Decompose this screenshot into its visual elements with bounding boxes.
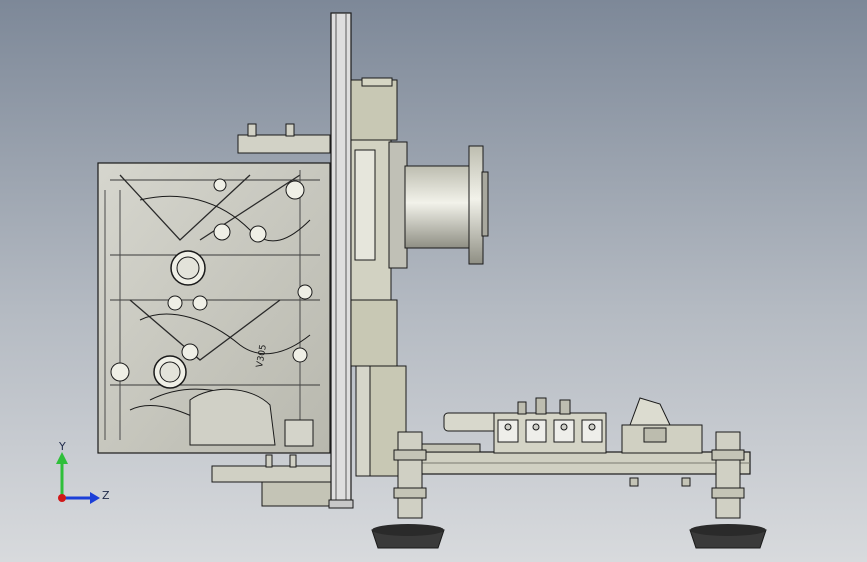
coordinate-triad: Y Z xyxy=(40,440,120,510)
z-axis-label: Z xyxy=(102,489,110,502)
vertical-column[interactable] xyxy=(328,12,354,509)
mount-carriage[interactable] xyxy=(350,77,407,477)
x-axis-dot xyxy=(58,494,66,502)
spindle-cylinder[interactable] xyxy=(388,141,489,269)
sensor-block[interactable] xyxy=(621,397,703,454)
engine-block[interactable] xyxy=(97,123,331,454)
lower-bracket[interactable] xyxy=(211,454,333,507)
cad-viewport[interactable]: V305 Y Z xyxy=(0,0,867,562)
rail-fasteners xyxy=(629,477,691,487)
z-axis-arrowhead xyxy=(90,492,100,504)
assembly-model[interactable]: V305 xyxy=(0,0,867,562)
y-axis-label: Y xyxy=(59,440,66,453)
y-axis-arrowhead xyxy=(56,452,68,464)
